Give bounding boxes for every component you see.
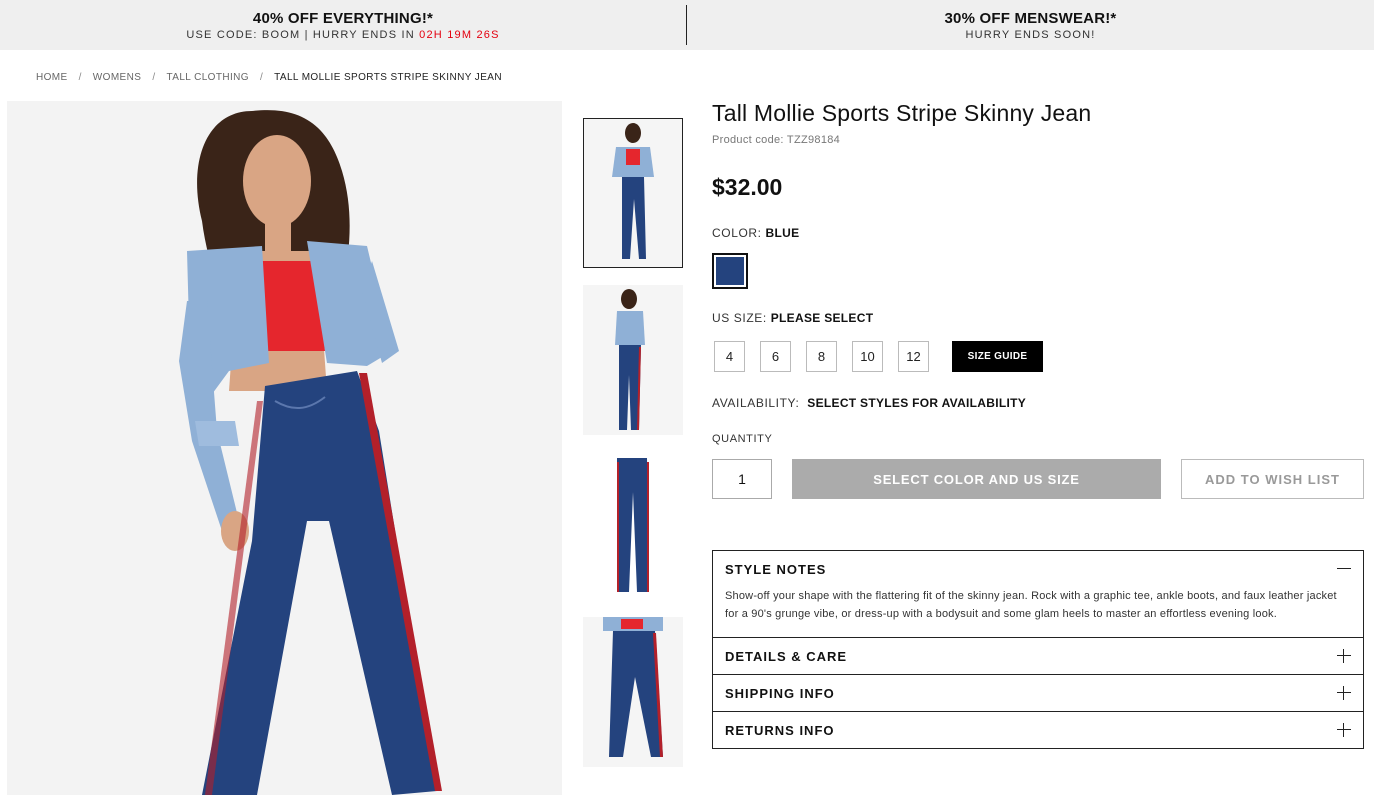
color-swatch-blue[interactable] xyxy=(712,253,748,289)
breadcrumb-separator: / xyxy=(78,72,82,83)
promo-everything-title: 40% OFF EVERYTHING!* xyxy=(252,9,434,27)
quantity-input[interactable]: 1 xyxy=(712,459,772,499)
size-label: US SIZE: xyxy=(712,311,767,325)
style-notes-title: STYLE NOTES xyxy=(725,561,827,577)
details-care-header[interactable]: DETAILS & CARE xyxy=(713,638,1363,674)
promo-menswear-subtitle: HURRY ENDS SOON! xyxy=(965,28,1096,41)
size-guide-button[interactable]: SIZE GUIDE xyxy=(952,341,1043,372)
product-title: Tall Mollie Sports Stripe Skinny Jean xyxy=(712,100,1092,126)
style-notes-body: Show-off your shape with the flattering … xyxy=(725,590,1337,620)
breadcrumb-separator: / xyxy=(259,72,264,83)
color-value: BLUE xyxy=(765,226,800,240)
breadcrumb-womens[interactable]: WOMENS xyxy=(93,72,142,83)
quantity-label: QUANTITY xyxy=(712,433,773,445)
accordion-returns-info: RETURNS INFO xyxy=(713,711,1363,748)
size-option-10[interactable]: 10 xyxy=(852,341,883,372)
breadcrumb-current-product: TALL MOLLIE SPORTS STRIPE SKINNY JEAN xyxy=(274,72,502,83)
product-accordion: STYLE NOTES Show-off your shape with the… xyxy=(712,550,1364,749)
thumbnail-3[interactable] xyxy=(583,452,683,602)
returns-info-header[interactable]: RETURNS INFO xyxy=(713,712,1363,748)
shipping-info-title: SHIPPING INFO xyxy=(725,685,835,701)
add-to-wishlist-button[interactable]: ADD TO WISH LIST xyxy=(1181,459,1364,499)
product-info: Tall Mollie Sports Stripe Skinny Jean Pr… xyxy=(712,100,1364,499)
promo-countdown: 02H 19M 26S xyxy=(419,28,500,41)
returns-info-title: RETURNS INFO xyxy=(725,722,835,738)
breadcrumb-separator: / xyxy=(152,72,156,83)
plus-icon[interactable] xyxy=(1337,723,1351,737)
product-price: $32.00 xyxy=(712,174,783,200)
details-care-title: DETAILS & CARE xyxy=(725,648,848,664)
accordion-details-care: DETAILS & CARE xyxy=(713,637,1363,674)
swatch-fill xyxy=(716,257,744,285)
thumbnail-2[interactable] xyxy=(583,285,683,435)
promo-everything-subtitle: USE CODE: BOOM | HURRY ENDS IN 02H 19M 2… xyxy=(186,29,499,41)
size-option-6[interactable]: 6 xyxy=(760,341,791,372)
style-notes-header[interactable]: STYLE NOTES xyxy=(713,551,1363,587)
promo-banner: 40% OFF EVERYTHING!* USE CODE: BOOM | HU… xyxy=(0,0,1374,50)
size-label-row: US SIZE: PLEASE SELECT xyxy=(712,311,873,325)
promo-code-text: USE CODE: BOOM | HURRY ENDS IN xyxy=(186,28,420,41)
size-options: 4 6 8 10 12 SIZE GUIDE xyxy=(714,341,1043,372)
availability-row: AVAILABILITY: SELECT STYLES FOR AVAILABI… xyxy=(712,396,1026,410)
promo-everything[interactable]: 40% OFF EVERYTHING!* USE CODE: BOOM | HU… xyxy=(0,5,687,45)
thumbnail-1[interactable] xyxy=(583,118,683,268)
accordion-shipping-info: SHIPPING INFO xyxy=(713,674,1363,711)
availability-value: SELECT STYLES FOR AVAILABILITY xyxy=(807,396,1027,410)
size-option-12[interactable]: 12 xyxy=(898,341,929,372)
availability-label: AVAILABILITY: xyxy=(712,396,800,410)
breadcrumb-tall-clothing[interactable]: TALL CLOTHING xyxy=(167,72,249,83)
thumbnail-front-image xyxy=(584,119,682,267)
size-option-8[interactable]: 8 xyxy=(806,341,837,372)
size-option-4[interactable]: 4 xyxy=(714,341,745,372)
minus-icon[interactable] xyxy=(1337,562,1351,576)
thumbnail-side-image xyxy=(583,285,683,435)
shipping-info-header[interactable]: SHIPPING INFO xyxy=(713,675,1363,711)
main-product-image[interactable] xyxy=(7,101,562,795)
thumbnail-back-image xyxy=(583,617,683,767)
color-label-row: COLOR: BLUE xyxy=(712,226,799,240)
breadcrumb: HOME / WOMENS / TALL CLOTHING / TALL MOL… xyxy=(36,72,502,83)
plus-icon[interactable] xyxy=(1337,649,1351,663)
size-value: PLEASE SELECT xyxy=(770,311,874,325)
thumbnail-flat-jean-image xyxy=(583,452,683,602)
plus-icon[interactable] xyxy=(1337,686,1351,700)
accordion-style-notes: STYLE NOTES Show-off your shape with the… xyxy=(713,551,1363,637)
promo-menswear[interactable]: 30% OFF MENSWEAR!* HURRY ENDS SOON! xyxy=(687,5,1374,45)
thumbnail-4[interactable] xyxy=(583,617,683,767)
breadcrumb-home[interactable]: HOME xyxy=(36,72,68,83)
add-to-bag-button[interactable]: SELECT COLOR AND US SIZE xyxy=(792,459,1161,499)
promo-menswear-title: 30% OFF MENSWEAR!* xyxy=(944,9,1117,27)
model-illustration xyxy=(7,101,562,795)
color-label: COLOR: xyxy=(712,226,762,240)
product-code: Product code: TZZ98184 xyxy=(712,134,841,146)
